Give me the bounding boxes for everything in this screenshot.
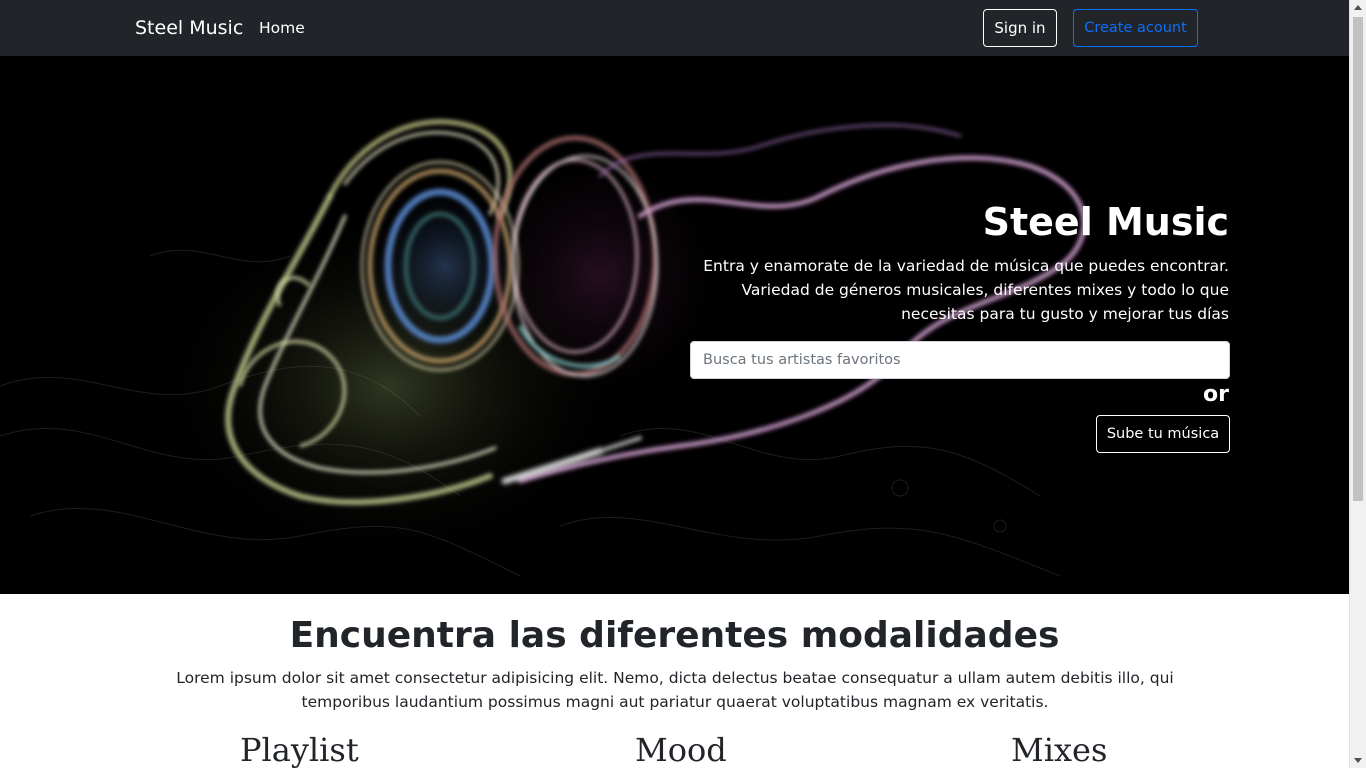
- navbar: Steel Music Home Sign in Create acount: [0, 0, 1349, 56]
- hero-section: Steel Music Entra y enamorate de la vari…: [0, 56, 1349, 594]
- signin-button[interactable]: Sign in: [983, 9, 1057, 47]
- scroll-up-icon[interactable]: [1354, 5, 1362, 10]
- card-title-mixes: Mixes: [1011, 731, 1108, 768]
- upload-music-button[interactable]: Sube tu música: [1096, 415, 1230, 453]
- section-text: Lorem ipsum dolor sit amet consectetur a…: [176, 669, 1174, 711]
- card-title-playlist: Playlist: [240, 731, 359, 768]
- hero-description: Entra y enamorate de la variedad de músi…: [703, 257, 1229, 323]
- create-account-button[interactable]: Create acount: [1073, 9, 1198, 47]
- page-scrollbar[interactable]: [1349, 0, 1366, 768]
- or-label: or: [1203, 382, 1229, 407]
- scrollbar-thumb[interactable]: [1353, 17, 1363, 501]
- hero-title: Steel Music: [982, 200, 1229, 244]
- section-title: Encuentra las diferentes modalidades: [289, 615, 1060, 656]
- nav-link-home[interactable]: Home: [259, 18, 305, 38]
- card-title-mood: Mood: [635, 731, 727, 768]
- artist-search-input[interactable]: [690, 341, 1230, 379]
- page: Steel Music Home Sign in Create acount S…: [0, 0, 1349, 768]
- brand-link[interactable]: Steel Music: [135, 16, 243, 40]
- scroll-down-icon[interactable]: [1354, 758, 1362, 763]
